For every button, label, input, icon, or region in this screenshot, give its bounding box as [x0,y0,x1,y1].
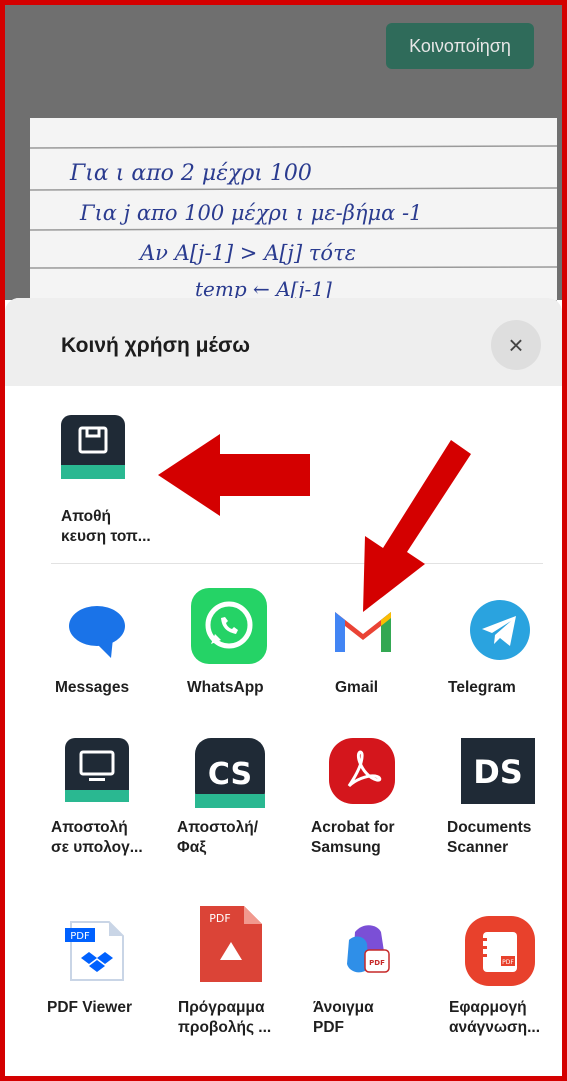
down-arrow-annotation [363,440,471,612]
close-icon: × [508,329,524,360]
app-label: Εφαρμογή ανάγνωση... [449,999,541,1036]
app-label: PDF Viewer [47,999,133,1016]
acrobat-icon [329,738,395,804]
svg-text:PDF: PDF [70,931,90,942]
app-label: Telegram [448,679,516,696]
close-button[interactable]: × [491,320,541,370]
left-arrow-annotation [158,434,310,516]
app-label: Gmail [335,679,379,696]
app-label: Άνοιγμα PDF [313,999,374,1036]
whatsapp-icon [191,588,267,664]
app-label: Acrobat for Samsung [311,819,395,856]
svg-text:CS: CS [208,757,252,792]
handwritten-notes-image: Για ι απο 2 μέχρι 100 Για j απο 100 μέχρ… [30,145,557,303]
sheet-title: Κοινή χρήση μέσω [61,334,251,357]
handwriting-line-2: Για j απο 100 μέχρι ι με-βήμα -1 [79,201,422,225]
messages-icon [69,606,125,658]
svg-text:DS: DS [473,753,523,791]
documents-scanner-icon: DS [461,738,535,804]
app-label: WhatsApp [187,679,264,696]
share-button[interactable]: Κοινοποίηση [386,23,534,69]
save-local-icon [61,415,125,479]
svg-text:PDF: PDF [209,912,230,925]
app-label: Messages [55,679,130,696]
camscanner-icon: CS [195,738,265,808]
handwritten-photo: Για ι απο 2 μέχρι 100 Για j απο 100 μέχρ… [30,118,557,308]
share-sheet: Κοινή χρήση μέσω × Αποθή κευση τοπ... Me… [5,298,562,1076]
app-label: Αποστολή/ Φαξ [177,819,259,856]
google-pdf-viewer-icon: PDF [200,906,262,982]
app-label: Documents Scanner [447,819,532,856]
svg-text:PDF: PDF [369,959,385,967]
pdf-viewer-icon: PDF [65,921,124,981]
sheet-header: Κοινή χρήση μέσω × [5,298,562,386]
app-label: Αποστολή σε υπολογ... [51,819,143,856]
app-label: Πρόγραμμα προβολής ... [178,999,272,1036]
handwriting-line-1: Για ι απο 2 μέχρι 100 [69,161,312,186]
send-to-pc-icon [65,738,129,802]
telegram-icon [470,600,530,660]
samsung-notes-pdf-icon: PDF [465,916,535,986]
svg-text:PDF: PDF [502,959,514,966]
handwriting-line-3: Αν Α[j-1] > Α[j] τότε [138,241,356,265]
open-pdf-icon: PDF [347,925,390,973]
